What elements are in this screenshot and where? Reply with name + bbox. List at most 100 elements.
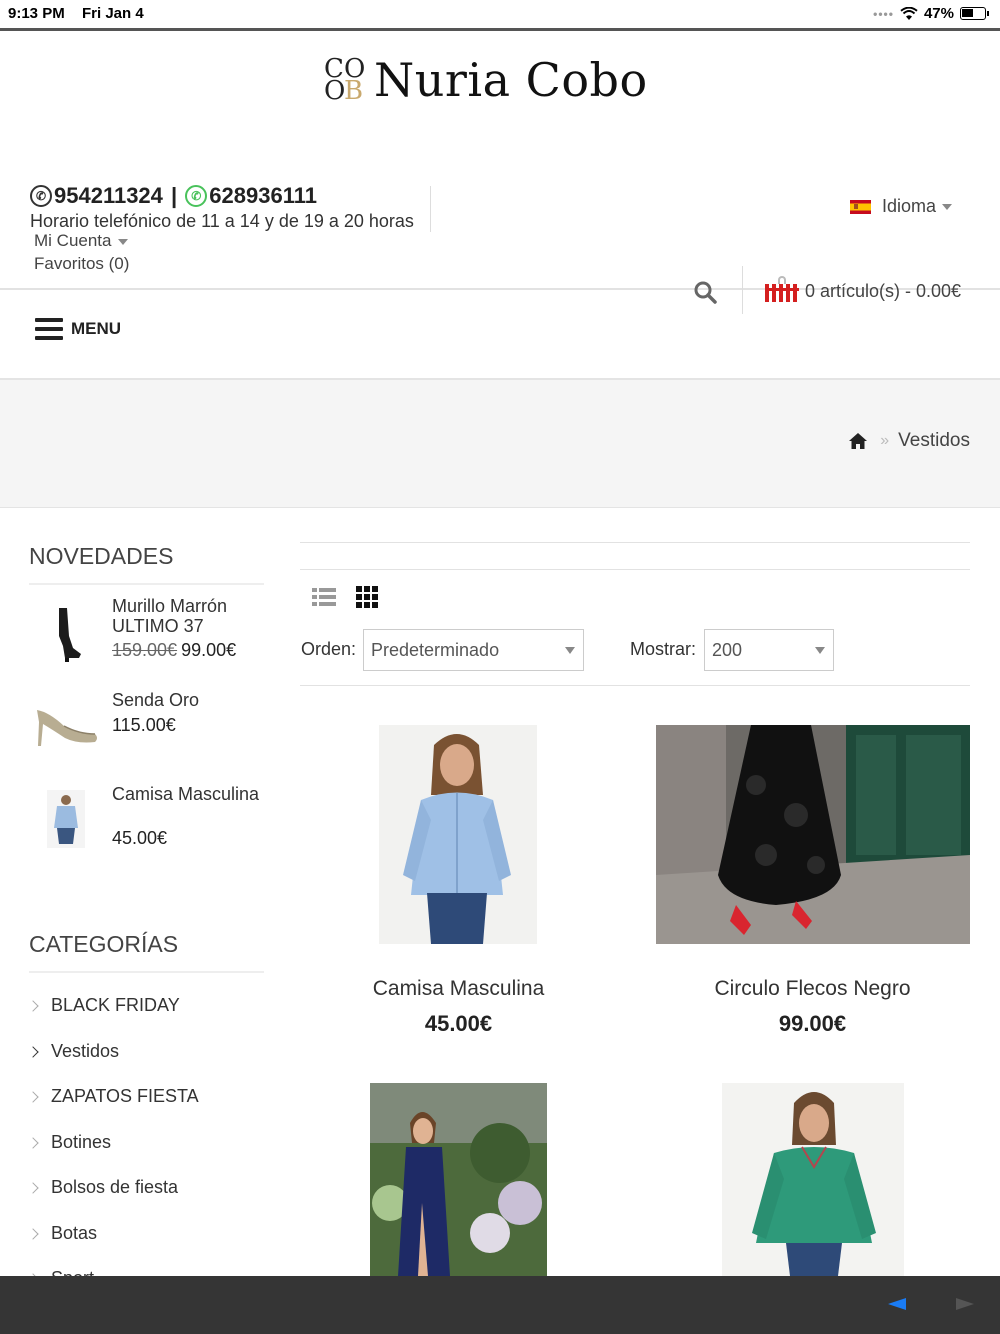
breadcrumb-separator: » [880,432,890,449]
product-thumbnail[interactable] [29,784,104,854]
category-link[interactable]: BLACK FRIDAY [27,995,180,1016]
whatsapp-icon: ✆ [185,185,208,207]
account-label: Mi Cuenta [34,231,112,250]
divider [29,971,264,973]
spain-flag-icon [850,199,871,214]
new-price: 99.00€ [181,640,237,660]
product-name[interactable]: Senda Oro [112,690,262,710]
category-link[interactable]: Botas [27,1223,98,1244]
divider [300,685,970,686]
hamburger-icon [35,318,63,340]
product-image[interactable] [370,1083,547,1276]
phone-line: ✆ 954211324 | ✆ 628936111 [30,183,414,209]
category-label: Botines [51,1132,112,1152]
show-select[interactable]: 200 [704,629,834,671]
status-time: 9:13 PM [8,5,65,22]
browser-toolbar [0,1276,1000,1334]
menu-button[interactable]: MENU [35,318,121,340]
whatsapp-number[interactable]: 628936111 [209,183,317,209]
divider [430,186,431,232]
category-link[interactable]: Bolsos de fiesta [27,1177,178,1198]
product-name[interactable]: Circulo Flecos Negro [655,977,970,1001]
caret-down-icon [942,203,953,210]
breadcrumb-band: » Vestidos [0,378,1000,508]
category-label: Vestidos [51,1041,120,1061]
divider [29,583,264,585]
account-dropdown[interactable]: Mi Cuenta [34,231,129,251]
language-selector[interactable]: Idioma [850,196,953,217]
product-thumbnail[interactable] [29,690,104,760]
chevron-right-icon [27,999,39,1012]
grid-view-icon[interactable] [356,586,379,608]
category-link[interactable]: Vestidos [27,1041,120,1062]
product-price: 159.00€ 99.00€ [112,640,236,661]
product-price: 45.00€ [424,1011,493,1036]
list-item[interactable]: Camisa Masculina 45.00€ [29,784,264,874]
product-price: 45.00€ [112,828,168,848]
product-thumbnail[interactable] [29,596,104,666]
product-name[interactable]: Murillo Marrón ULTIMO 37 [112,596,262,636]
breadcrumb-current[interactable]: Vestidos [898,430,970,452]
caret-down-icon [565,647,575,654]
divider [300,569,970,570]
logo-monogram: COOB [324,54,366,106]
divider [742,266,743,314]
contact-block: ✆ 954211324 | ✆ 628936111 Horario telefó… [30,183,414,232]
list-item[interactable]: Murillo Marrón ULTIMO 37 159.00€ 99.00€ [29,596,264,686]
favorites-link[interactable]: Favoritos (0) [34,254,129,274]
list-view-icon[interactable] [312,587,336,607]
wifi-icon [900,6,918,20]
novedades-title: NOVEDADES [29,543,174,569]
product-image[interactable] [722,1083,904,1276]
chevron-right-icon [27,1090,39,1103]
back-arrow-icon[interactable] [888,1298,906,1310]
chevron-right-icon [27,1045,39,1058]
order-value: Predeterminado [371,640,500,660]
order-label: Orden: [301,639,357,659]
product-image[interactable] [379,725,537,944]
caret-down-icon [815,647,825,654]
product-name[interactable]: Camisa Masculina [112,784,262,804]
category-label: BLACK FRIDAY [51,995,180,1015]
category-link[interactable]: Botines [27,1132,112,1153]
product-image[interactable] [656,725,970,944]
product-price: 115.00€ [112,715,176,735]
phone-hours: Horario telefónico de 11 a 14 y de 19 a … [30,211,414,231]
brand-name: Nuria Cobo [374,53,648,107]
categories-title: CATEGORÍAS [29,931,179,957]
shopping-bag-icon [765,276,799,302]
battery-percent: 47% [923,5,954,22]
list-item[interactable]: Senda Oro 115.00€ [29,690,264,780]
category-label: ZAPATOS FIESTA [51,1086,199,1106]
show-label: Mostrar: [630,639,697,659]
status-bar: 9:13 PM Fri Jan 4 •••• 47% [0,0,1000,28]
breadcrumb: » Vestidos [848,430,970,452]
phone-number[interactable]: 954211324 [54,183,163,209]
phone-separator: | [164,183,184,208]
search-icon[interactable] [693,280,717,304]
divider [300,542,970,543]
order-select[interactable]: Predeterminado [363,629,584,671]
home-icon[interactable] [848,432,868,450]
signal-icon: •••• [873,6,894,21]
show-value: 200 [712,640,743,660]
category-link[interactable]: ZAPATOS FIESTA [27,1086,199,1107]
chevron-right-icon [27,1181,39,1194]
browser-progress-line [0,28,1000,31]
cart-button[interactable]: 0 artículo(s) - 0.00€ [765,276,962,302]
product-name[interactable]: Camisa Masculina [301,977,616,1001]
forward-arrow-icon[interactable] [956,1298,974,1310]
status-right: •••• 47% [873,5,989,22]
cart-summary: 0 artículo(s) - 0.00€ [805,280,962,301]
product-price: 99.00€ [778,1011,847,1036]
language-label: Idioma [882,196,937,216]
chevron-right-icon [27,1227,39,1240]
menu-label: MENU [71,319,122,338]
category-label: Botas [51,1223,98,1243]
caret-down-icon [118,238,129,245]
chevron-right-icon [27,1136,39,1149]
site-logo[interactable]: COOB Nuria Cobo [322,50,682,110]
phone-icon: ✆ [30,185,52,207]
battery-icon [960,7,989,20]
old-price: 159.00€ [112,640,178,660]
